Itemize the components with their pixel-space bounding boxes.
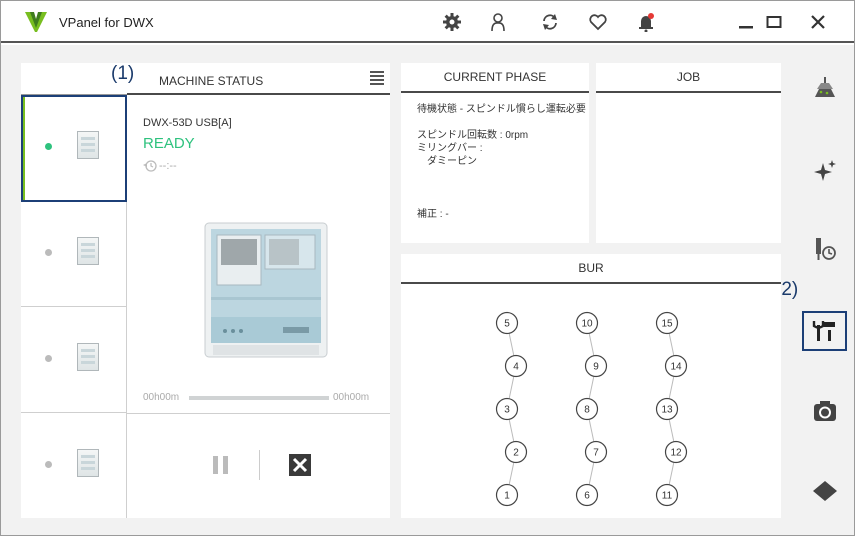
machine-thumbnail-icon <box>77 343 99 371</box>
machine-time-value: --:-- <box>159 160 177 172</box>
hamburger-menu-icon[interactable] <box>370 71 384 85</box>
machine-thumbnail-icon <box>77 449 99 477</box>
machine-name: DWX-53D USB[A] <box>143 117 232 129</box>
bur-slot[interactable]: 5 <box>495 311 519 335</box>
refresh-icon[interactable] <box>539 11 561 33</box>
job-panel: JOB <box>596 63 781 243</box>
control-area <box>127 413 390 518</box>
bell-icon[interactable] <box>635 11 657 33</box>
sparkle-icon[interactable] <box>809 155 841 187</box>
bur-slot-label: 5 <box>504 319 510 330</box>
spindle-speed-text: スピンドル回転数 : 0rpm <box>417 130 529 141</box>
bur-slot-label: 7 <box>593 448 599 459</box>
callout-1: (1) <box>111 63 135 84</box>
bur-slot[interactable]: 13 <box>655 397 679 421</box>
bur-slot[interactable]: 15 <box>655 311 679 335</box>
tools-icon[interactable] <box>809 315 841 347</box>
bur-slot[interactable]: 8 <box>575 397 599 421</box>
milling-icon[interactable] <box>809 73 841 105</box>
bur-slot-label: 2 <box>513 448 519 459</box>
machine-item[interactable] <box>21 307 127 413</box>
app-logo-icon <box>25 12 47 32</box>
bur-slot-label: 1 <box>504 491 510 502</box>
correction-text: 補正 : - <box>417 209 449 220</box>
close-icon[interactable] <box>807 11 829 33</box>
job-header: JOB <box>596 63 781 93</box>
stop-button[interactable] <box>289 454 311 476</box>
bur-timer-icon[interactable] <box>809 233 841 265</box>
bur-slot-label: 8 <box>584 405 590 416</box>
bur-slot[interactable]: 9 <box>584 354 608 378</box>
machine-image <box>204 222 328 358</box>
title-bar: VPanel for DWX <box>1 1 854 43</box>
diamond-icon[interactable] <box>809 475 841 507</box>
bur-slot-label: 3 <box>504 405 510 416</box>
bur-slot-label: 9 <box>593 362 599 373</box>
bur-slot-label: 12 <box>670 448 682 459</box>
camera-icon[interactable] <box>809 395 841 427</box>
remaining-time: 00h00m <box>333 392 370 403</box>
machine-item[interactable] <box>21 201 127 307</box>
machine-item[interactable] <box>21 413 127 518</box>
machine-status-title: MACHINE STATUS <box>159 74 264 88</box>
machine-detail: DWX-53D USB[A] READY --:-- 00h00m 00h00m <box>127 95 390 518</box>
elapsed-time: 00h00m <box>143 392 180 403</box>
highlight-machine-box <box>21 95 127 202</box>
status-dot <box>45 355 52 362</box>
status-dot <box>45 461 52 468</box>
bur-slot-label: 6 <box>584 491 590 502</box>
machine-thumbnail-icon <box>77 237 99 265</box>
machine-state: READY <box>143 135 195 152</box>
bur-slot-label: 10 <box>581 319 593 330</box>
bur-slot-label: 15 <box>661 319 673 330</box>
bur-slot[interactable]: 7 <box>584 440 608 464</box>
bur-slot[interactable]: 14 <box>664 354 688 378</box>
bur-slot[interactable]: 3 <box>495 397 519 421</box>
bur-panel: BUR 1 2 3 4 5 6 7 8 9 10 11 12 13 14 15 <box>401 254 781 518</box>
user-icon[interactable] <box>487 11 509 33</box>
phase-state-text: 待機状態 - スピンドル慣らし運転必要 <box>417 104 586 115</box>
gear-icon[interactable] <box>441 11 463 33</box>
maximize-icon[interactable] <box>763 11 785 33</box>
bur-slot[interactable]: 2 <box>504 440 528 464</box>
machine-status-header: MACHINE STATUS <box>21 63 390 95</box>
bur-slot-label: 4 <box>513 362 519 373</box>
bur-slot[interactable]: 10 <box>575 311 599 335</box>
bur-slot-label: 11 <box>662 491 673 502</box>
milling-bar-label: ミリングバー : <box>417 143 483 154</box>
progress-bar <box>189 396 329 400</box>
bur-slot[interactable]: 4 <box>504 354 528 378</box>
bur-slot[interactable]: 6 <box>575 483 599 507</box>
bur-slot-label: 14 <box>670 362 682 373</box>
content-area: MACHINE STATUS DWX-53D USB[A] READY --:-… <box>1 45 854 535</box>
milling-bar-value: ダミーピン <box>427 156 477 167</box>
minimize-icon[interactable] <box>735 11 757 33</box>
heart-icon[interactable] <box>587 11 609 33</box>
control-divider <box>259 450 260 480</box>
bur-slot[interactable]: 1 <box>495 483 519 507</box>
pause-button[interactable] <box>213 456 229 474</box>
bur-slot-label: 13 <box>661 405 673 416</box>
status-dot <box>45 249 52 256</box>
bur-header: BUR <box>401 254 781 284</box>
current-phase-panel: CURRENT PHASE 待機状態 - スピンドル慣らし運転必要 スピンドル回… <box>401 63 589 243</box>
app-window: VPanel for DWX MACHINE STATUS DWX-53D US… <box>0 0 855 536</box>
bur-slot[interactable]: 12 <box>664 440 688 464</box>
bur-holder-diagram: 123456789101112131415 <box>495 311 688 507</box>
app-title: VPanel for DWX <box>59 15 154 30</box>
current-phase-body: 待機状態 - スピンドル慣らし運転必要 スピンドル回転数 : 0rpm ミリング… <box>417 103 586 221</box>
bur-slot[interactable]: 11 <box>655 483 679 507</box>
clock-icon <box>143 160 157 172</box>
machine-time: --:-- <box>143 159 177 173</box>
current-phase-header: CURRENT PHASE <box>401 63 589 93</box>
